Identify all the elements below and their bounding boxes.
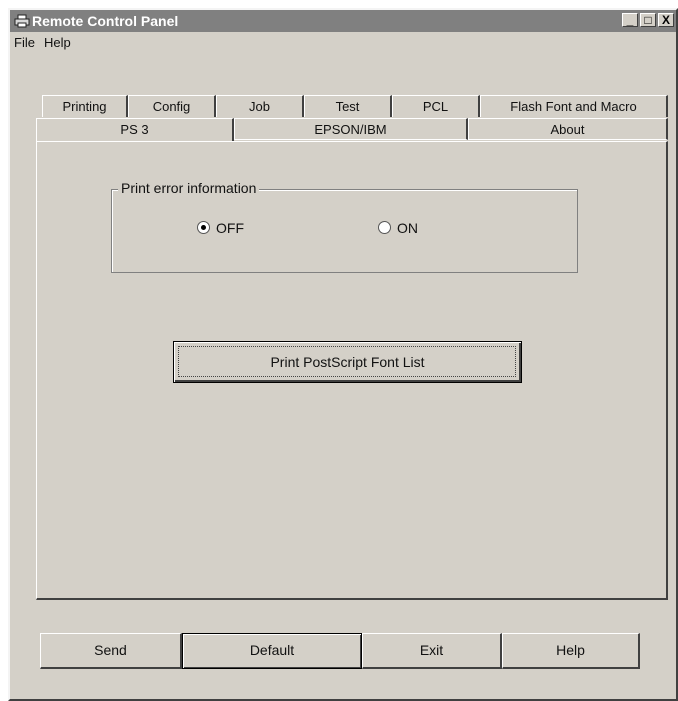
tab-printing[interactable]: Printing (42, 95, 128, 117)
focus-rectangle (178, 346, 516, 377)
radio-off-indicator (197, 221, 210, 234)
tab-config[interactable]: Config (128, 95, 216, 117)
radio-on-label: ON (397, 220, 418, 236)
tab-pcl[interactable]: PCL (392, 95, 480, 117)
tab-flash-font-and-macro[interactable]: Flash Font and Macro (480, 95, 668, 117)
printer-icon (14, 14, 30, 28)
tab-row-back: Printing Config Job Test PCL Flash Font … (42, 95, 668, 117)
radio-on-indicator (378, 221, 391, 234)
minimize-button[interactable]: _ (622, 13, 638, 27)
tab-about[interactable]: About (468, 118, 668, 140)
print-error-groupbox: Print error information OFF ON (111, 180, 578, 273)
menu-file[interactable]: File (12, 32, 37, 54)
menu-bar: File Help (10, 32, 676, 54)
menu-help[interactable]: Help (42, 32, 73, 54)
bottom-button-bar: Send Default Exit Help (40, 633, 640, 669)
ps3-tab-panel: Print error information OFF ON Print Pos… (36, 141, 668, 600)
tab-row-front: PS 3 EPSON/IBM About (36, 118, 668, 142)
print-error-label: Print error information (118, 180, 260, 196)
radio-off-label: OFF (216, 220, 244, 236)
tab-job[interactable]: Job (216, 95, 304, 117)
default-button[interactable]: Default (182, 633, 362, 669)
maximize-button[interactable]: □ (640, 13, 656, 27)
help-button[interactable]: Help (502, 633, 640, 669)
send-button[interactable]: Send (40, 633, 182, 669)
remote-control-panel-window: Remote Control Panel _ □ X File Help Pri… (8, 8, 678, 701)
window-title: Remote Control Panel (32, 13, 179, 29)
tab-test[interactable]: Test (304, 95, 392, 117)
tab-epson-ibm[interactable]: EPSON/IBM (234, 118, 468, 140)
close-button[interactable]: X (658, 13, 674, 27)
radio-on[interactable]: ON (378, 220, 418, 236)
tab-ps3[interactable]: PS 3 (36, 118, 234, 142)
title-bar: Remote Control Panel _ □ X (10, 10, 676, 32)
print-postscript-font-list-button[interactable]: Print PostScript Font List (173, 341, 522, 383)
radio-off[interactable]: OFF (197, 220, 244, 236)
exit-button[interactable]: Exit (362, 633, 502, 669)
